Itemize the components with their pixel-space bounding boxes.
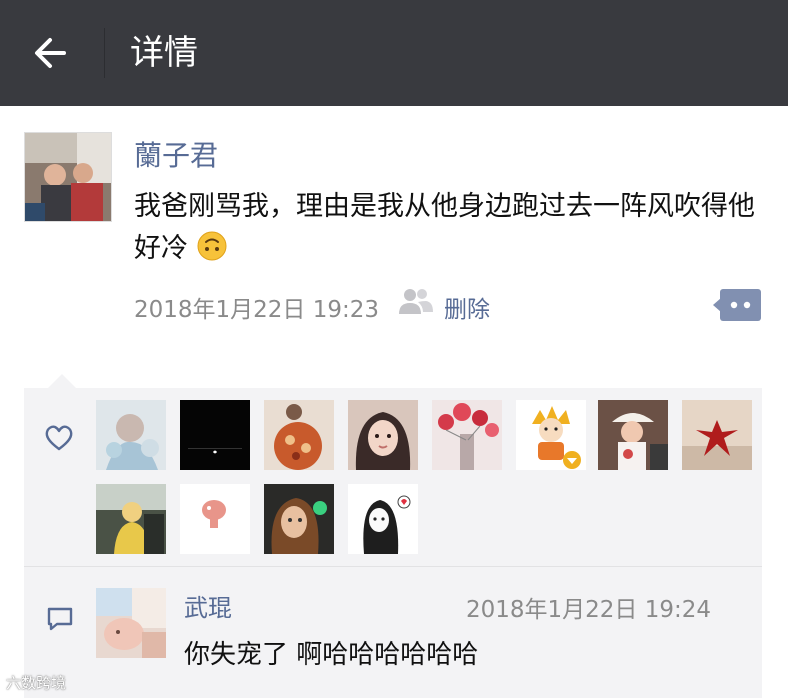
- header-divider: [104, 28, 105, 78]
- like-avatar[interactable]: [180, 400, 250, 470]
- like-avatar[interactable]: [598, 400, 668, 470]
- like-avatar[interactable]: [96, 484, 166, 554]
- top-bar: 详情: [0, 0, 788, 106]
- comment-text[interactable]: 你失宠了 啊哈哈哈哈哈哈: [184, 634, 478, 671]
- like-avatar[interactable]: [264, 484, 334, 554]
- heart-icon: [44, 424, 74, 452]
- upside-down-face-emoji: [197, 231, 227, 274]
- commenter-name[interactable]: 武琨: [184, 588, 232, 623]
- commenter-avatar[interactable]: [96, 588, 166, 658]
- post-text: 我爸刚骂我，理由是我从他身边跑过去一阵风吹得他好冷: [134, 186, 764, 274]
- like-avatar[interactable]: [180, 484, 250, 554]
- post-timestamp: 2018年1月22日 19:23: [134, 297, 380, 323]
- like-avatar[interactable]: [682, 400, 752, 470]
- like-avatar[interactable]: [348, 484, 418, 554]
- post-author-name[interactable]: 蘭子君: [134, 134, 218, 174]
- panel-arrow: [48, 374, 76, 388]
- comment-icon: [46, 606, 74, 632]
- post-author-avatar[interactable]: [24, 132, 112, 222]
- friends-icon: [398, 286, 434, 316]
- back-button[interactable]: [28, 30, 74, 76]
- like-avatar[interactable]: [516, 400, 586, 470]
- delete-button[interactable]: 删除: [444, 290, 490, 324]
- comment-timestamp: 2018年1月22日 19:24: [466, 597, 712, 623]
- watermark: 六数跨境: [6, 674, 67, 692]
- like-avatar[interactable]: [264, 400, 334, 470]
- post-text-content: 我爸刚骂我，理由是我从他身边跑过去一阵风吹得他好冷: [134, 191, 755, 264]
- comment-action-button[interactable]: [712, 288, 762, 322]
- comment-bubble-icon: [713, 289, 761, 321]
- like-avatar[interactable]: [96, 400, 166, 470]
- panel-divider: [24, 566, 762, 567]
- back-arrow-icon: [35, 38, 66, 68]
- like-avatar[interactable]: [348, 400, 418, 470]
- page-title: 详情: [130, 33, 198, 73]
- like-avatar[interactable]: [432, 400, 502, 470]
